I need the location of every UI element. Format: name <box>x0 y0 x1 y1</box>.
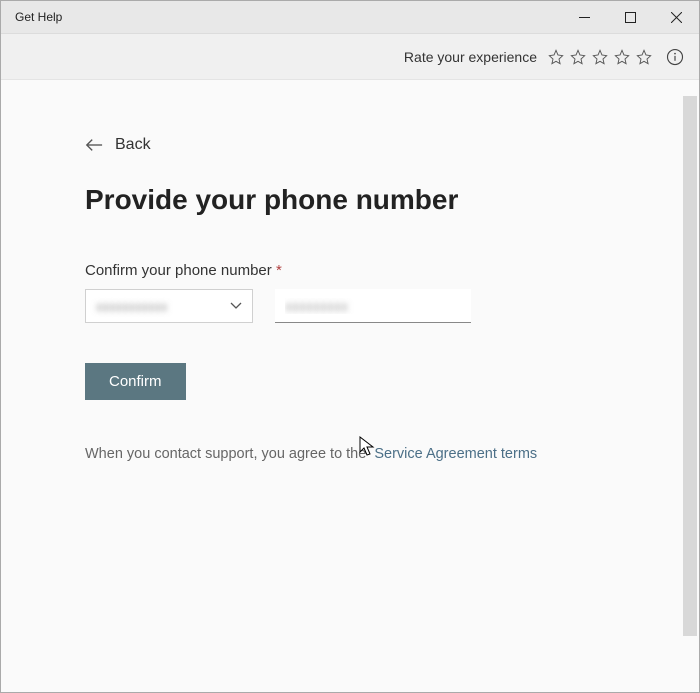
maximize-button[interactable] <box>607 1 653 34</box>
page-title: Provide your phone number <box>85 184 619 216</box>
phone-field-label: Confirm your phone number * <box>85 262 619 279</box>
service-agreement-link[interactable]: Service Agreement terms <box>374 446 537 462</box>
required-marker: * <box>276 262 282 279</box>
rating-bar: Rate your experience <box>1 34 699 80</box>
window-title: Get Help <box>15 10 62 24</box>
info-icon[interactable] <box>665 47 685 67</box>
back-button[interactable]: Back <box>85 136 619 154</box>
arrow-left-icon <box>85 138 103 152</box>
legal-text: When you contact support, you agree to t… <box>85 446 619 462</box>
phone-number-input[interactable] <box>275 289 471 323</box>
scrollbar[interactable] <box>683 96 697 636</box>
phone-field-label-text: Confirm your phone number <box>85 262 272 279</box>
rating-star-3[interactable] <box>591 48 609 66</box>
window-controls <box>561 1 699 33</box>
legal-text-body: When you contact support, you agree to t… <box>85 446 366 462</box>
back-label: Back <box>115 136 151 154</box>
country-code-select[interactable]: xxxxxxxxxxx <box>85 289 253 323</box>
phone-inputs-row: xxxxxxxxxxx <box>85 289 619 323</box>
content-area: Back Provide your phone number Confirm y… <box>1 80 699 692</box>
rating-star-4[interactable] <box>613 48 631 66</box>
rating-label: Rate your experience <box>404 49 537 65</box>
close-button[interactable] <box>653 1 699 34</box>
titlebar: Get Help <box>1 1 699 34</box>
country-code-value: xxxxxxxxxxx <box>96 299 168 314</box>
minimize-button[interactable] <box>561 1 607 34</box>
confirm-button[interactable]: Confirm <box>85 363 186 400</box>
rating-star-1[interactable] <box>547 48 565 66</box>
rating-star-5[interactable] <box>635 48 653 66</box>
chevron-down-icon <box>230 302 242 310</box>
rating-star-2[interactable] <box>569 48 587 66</box>
